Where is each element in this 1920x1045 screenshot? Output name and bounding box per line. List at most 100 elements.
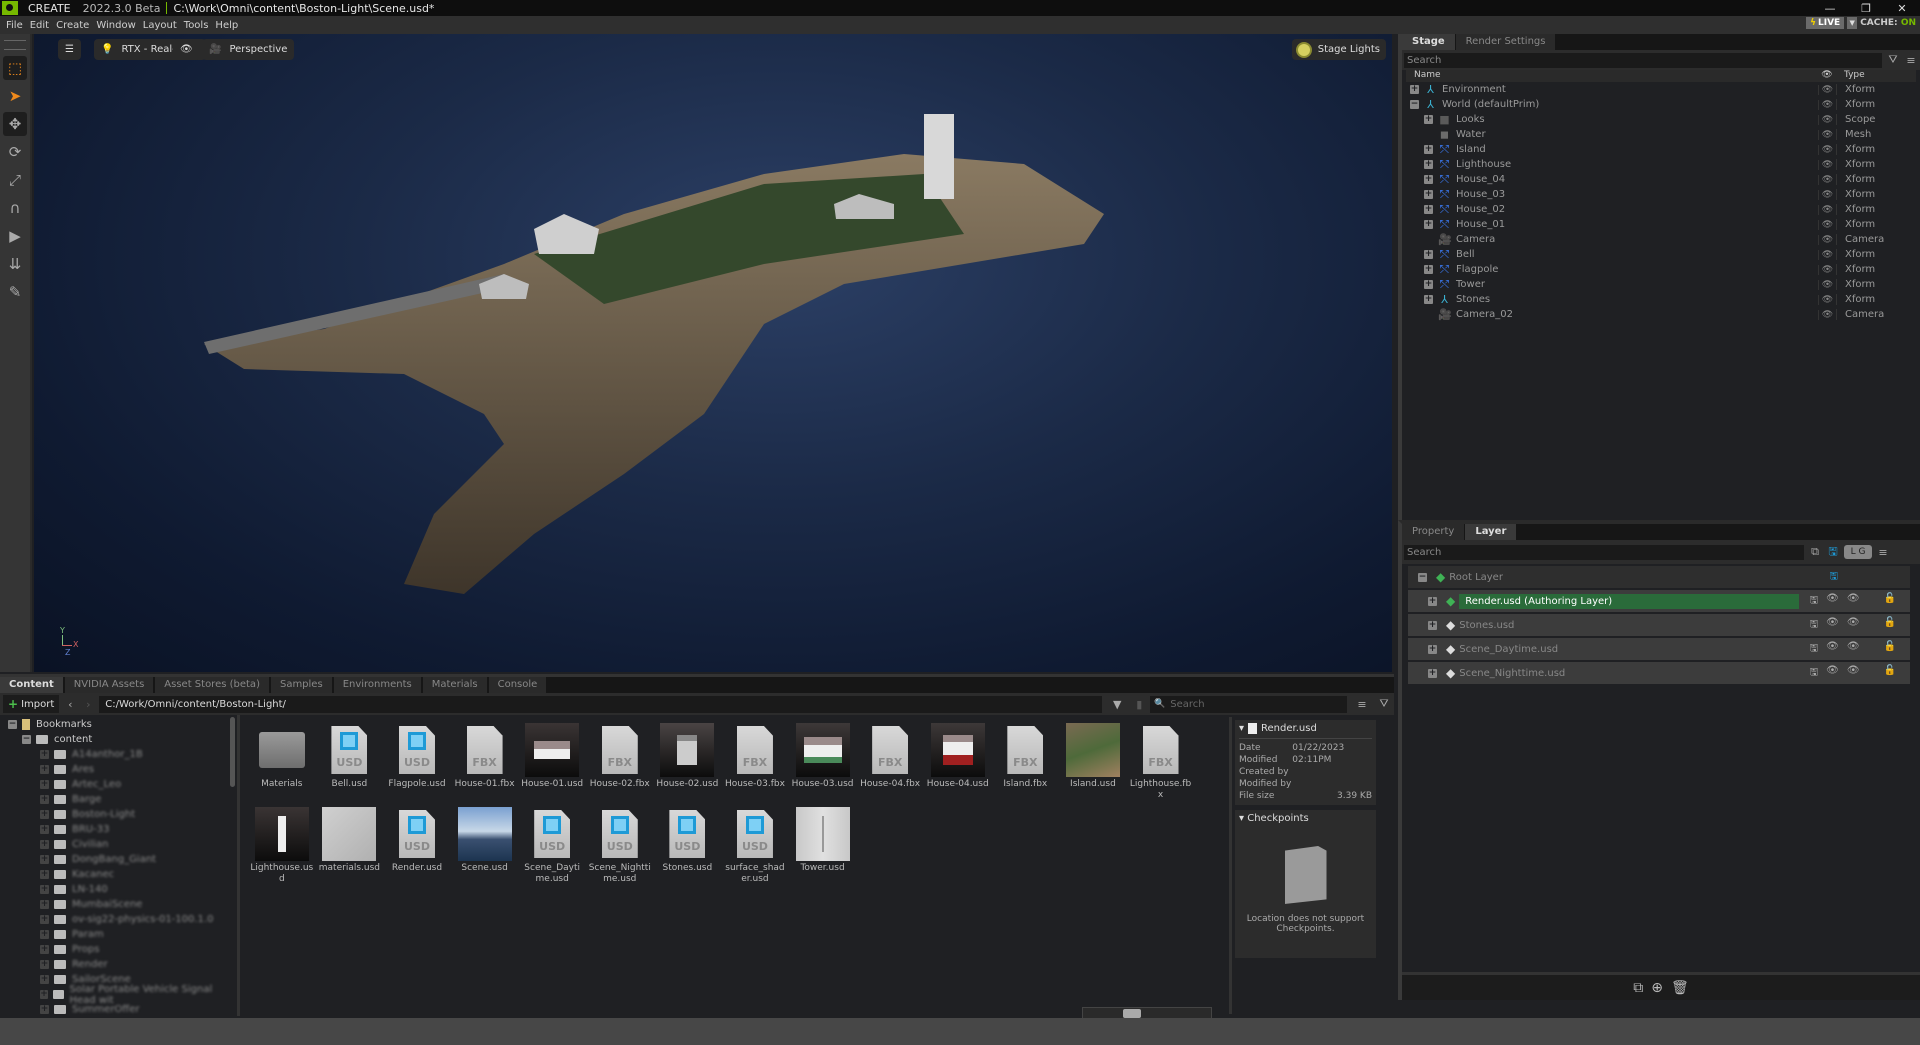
global-eye-icon[interactable]: 👁 xyxy=(1847,641,1860,658)
visibility-eye-icon[interactable]: 👁 xyxy=(1818,249,1836,260)
file-tile[interactable]: USD Flagpole.usd xyxy=(383,723,451,805)
expand-icon[interactable]: + xyxy=(1424,190,1433,199)
file-tile[interactable]: USD Scene_Nighttime.usd xyxy=(586,807,654,889)
stage-row[interactable]: 🎥 Camera 👁 Camera xyxy=(1406,232,1916,247)
tree-folder[interactable]: + Ares xyxy=(0,762,237,777)
collapse-triangle-icon[interactable]: ▾ xyxy=(1239,813,1244,824)
file-tile[interactable]: House-03.usd xyxy=(789,723,857,805)
tree-content-root[interactable]: − content xyxy=(0,732,237,747)
expand-icon[interactable]: + xyxy=(40,1005,49,1014)
expand-icon[interactable]: + xyxy=(1410,85,1419,94)
file-tile[interactable]: FBX House-03.fbx xyxy=(721,723,789,805)
play-button[interactable]: ▶ xyxy=(3,224,27,248)
collapse-triangle-icon[interactable]: ▾ xyxy=(1239,723,1244,734)
filter-icon[interactable]: ⛛ xyxy=(1886,53,1900,67)
path-field[interactable]: C:/Work/Omni/content/Boston-Light/ xyxy=(99,695,1103,713)
file-tile[interactable]: USD Render.usd xyxy=(383,807,451,889)
bookmark-icon[interactable]: ▮ xyxy=(1132,697,1146,711)
stage-row[interactable]: + ■ Looks 👁 Scope xyxy=(1406,112,1916,127)
tab-content[interactable]: Content xyxy=(0,677,63,693)
save-layer-icon[interactable]: 🖫 xyxy=(1810,593,1819,610)
tree-folder[interactable]: + Kacanec xyxy=(0,867,237,882)
global-eye-icon[interactable]: 👁 xyxy=(1847,617,1860,634)
tree-bookmarks[interactable]: − Bookmarks xyxy=(0,717,237,732)
tab-nvidia-assets[interactable]: NVIDIA Assets xyxy=(64,677,154,693)
global-eye-icon[interactable]: 👁 xyxy=(1847,665,1860,682)
file-tile[interactable]: House-01.usd xyxy=(518,723,586,805)
stage-row[interactable]: + ⅄ Stones 👁 Xform xyxy=(1406,292,1916,307)
authoring-layer-row[interactable]: + ◆ Render.usd (Authoring Layer) 🖫 👁 👁 🔓 xyxy=(1408,590,1910,612)
expand-icon[interactable]: + xyxy=(1424,295,1433,304)
tree-folder[interactable]: + MumbaiScene xyxy=(0,897,237,912)
expand-icon[interactable]: + xyxy=(1424,265,1433,274)
stage-row[interactable]: − ⅄ World (defaultPrim) 👁 Xform xyxy=(1406,97,1916,112)
expand-icon[interactable]: + xyxy=(1428,596,1437,606)
mute-eye-icon[interactable]: 👁 xyxy=(1826,665,1839,682)
visibility-eye-icon[interactable]: 👁 xyxy=(1818,159,1836,170)
content-filter-icon[interactable]: ⛛ xyxy=(1377,697,1391,711)
file-tile[interactable]: FBX Island.fbx xyxy=(992,723,1060,805)
visibility-eye-icon[interactable]: 👁 xyxy=(1818,114,1836,125)
expand-icon[interactable]: + xyxy=(1424,145,1433,154)
file-tile[interactable]: Scene.usd xyxy=(451,807,519,889)
stage-lights-button[interactable]: Stage Lights xyxy=(1291,39,1386,60)
expand-icon[interactable]: + xyxy=(1424,175,1433,184)
menu-edit[interactable]: Edit xyxy=(30,20,49,31)
expand-icon[interactable]: + xyxy=(1428,644,1437,654)
minimize-button[interactable]: — xyxy=(1812,0,1848,16)
tab-materials[interactable]: Materials xyxy=(422,677,487,693)
visibility-eye-icon[interactable]: 👁 xyxy=(1818,309,1836,320)
stage-row[interactable]: + ⤲ House_03 👁 Xform xyxy=(1406,187,1916,202)
tree-folder[interactable]: + Civilian xyxy=(0,837,237,852)
global-eye-icon[interactable]: 👁 xyxy=(1847,593,1860,610)
file-tile[interactable]: FBX Lighthouse.fbx xyxy=(1127,723,1195,805)
menu-file[interactable]: File xyxy=(6,20,23,31)
expand-icon[interactable]: + xyxy=(40,795,49,804)
rotate-tool-button[interactable]: ⟳ xyxy=(3,140,27,164)
save-layer-icon[interactable]: 🖫 xyxy=(1810,617,1819,634)
select-mode-button[interactable]: ⬚ xyxy=(3,56,27,80)
menu-window[interactable]: Window xyxy=(96,20,135,31)
expand-icon[interactable]: + xyxy=(40,825,49,834)
content-search-input[interactable]: Search xyxy=(1150,695,1347,713)
collapse-icon[interactable]: − xyxy=(1418,572,1427,582)
file-tile[interactable]: USD Bell.usd xyxy=(316,723,384,805)
expand-icon[interactable]: + xyxy=(40,930,49,939)
close-button[interactable]: ✕ xyxy=(1884,0,1920,16)
visibility-eye-icon[interactable]: 👁 xyxy=(1818,189,1836,200)
unlock-icon[interactable]: 🔓 xyxy=(1884,641,1896,658)
visibility-eye-icon[interactable]: 👁 xyxy=(1818,99,1836,110)
select-tool-button[interactable]: ➤ xyxy=(3,84,27,108)
file-tile[interactable]: USD surface_shader.usd xyxy=(721,807,789,889)
visibility-eye-icon[interactable]: 👁 xyxy=(1818,174,1836,185)
column-type[interactable]: Type xyxy=(1836,70,1916,82)
visibility-eye-icon[interactable]: 👁 xyxy=(1818,264,1836,275)
file-tile[interactable]: Materials xyxy=(248,723,316,805)
unlock-icon[interactable]: 🔓 xyxy=(1884,617,1896,634)
menu-create[interactable]: Create xyxy=(56,20,89,31)
expand-icon[interactable]: + xyxy=(40,810,49,819)
collapse-icon[interactable]: − xyxy=(8,720,17,729)
tree-folder[interactable]: + Barge xyxy=(0,792,237,807)
visibility-eye-icon[interactable]: 👁 xyxy=(1818,144,1836,155)
menu-layout[interactable]: Layout xyxy=(143,20,177,31)
paint-tool-button[interactable]: ✎ xyxy=(3,280,27,304)
local-global-toggle[interactable]: L G xyxy=(1844,545,1872,559)
file-tile[interactable]: materials.usd xyxy=(316,807,384,889)
live-button[interactable]: ϟ LIVE xyxy=(1806,17,1845,29)
expand-icon[interactable]: + xyxy=(40,960,49,969)
options-menu-icon[interactable]: ≡ xyxy=(1904,53,1918,67)
collapse-icon[interactable]: − xyxy=(22,735,31,744)
tree-folder[interactable]: + Render xyxy=(0,957,237,972)
camera-button[interactable]: 🎥 Perspective xyxy=(202,39,295,60)
expand-icon[interactable]: + xyxy=(40,780,49,789)
expand-icon[interactable]: + xyxy=(40,870,49,879)
stage-row[interactable]: + ⤲ Lighthouse 👁 Xform xyxy=(1406,157,1916,172)
expand-icon[interactable]: + xyxy=(40,945,49,954)
tree-folder[interactable]: + Artec_Leo xyxy=(0,777,237,792)
tab-layer[interactable]: Layer xyxy=(1465,524,1517,540)
stage-row[interactable]: + ⤲ Island 👁 Xform xyxy=(1406,142,1916,157)
expand-icon[interactable]: + xyxy=(40,975,49,984)
unlock-icon[interactable]: 🔓 xyxy=(1884,665,1896,682)
layer-search-input[interactable]: Search xyxy=(1404,544,1804,560)
